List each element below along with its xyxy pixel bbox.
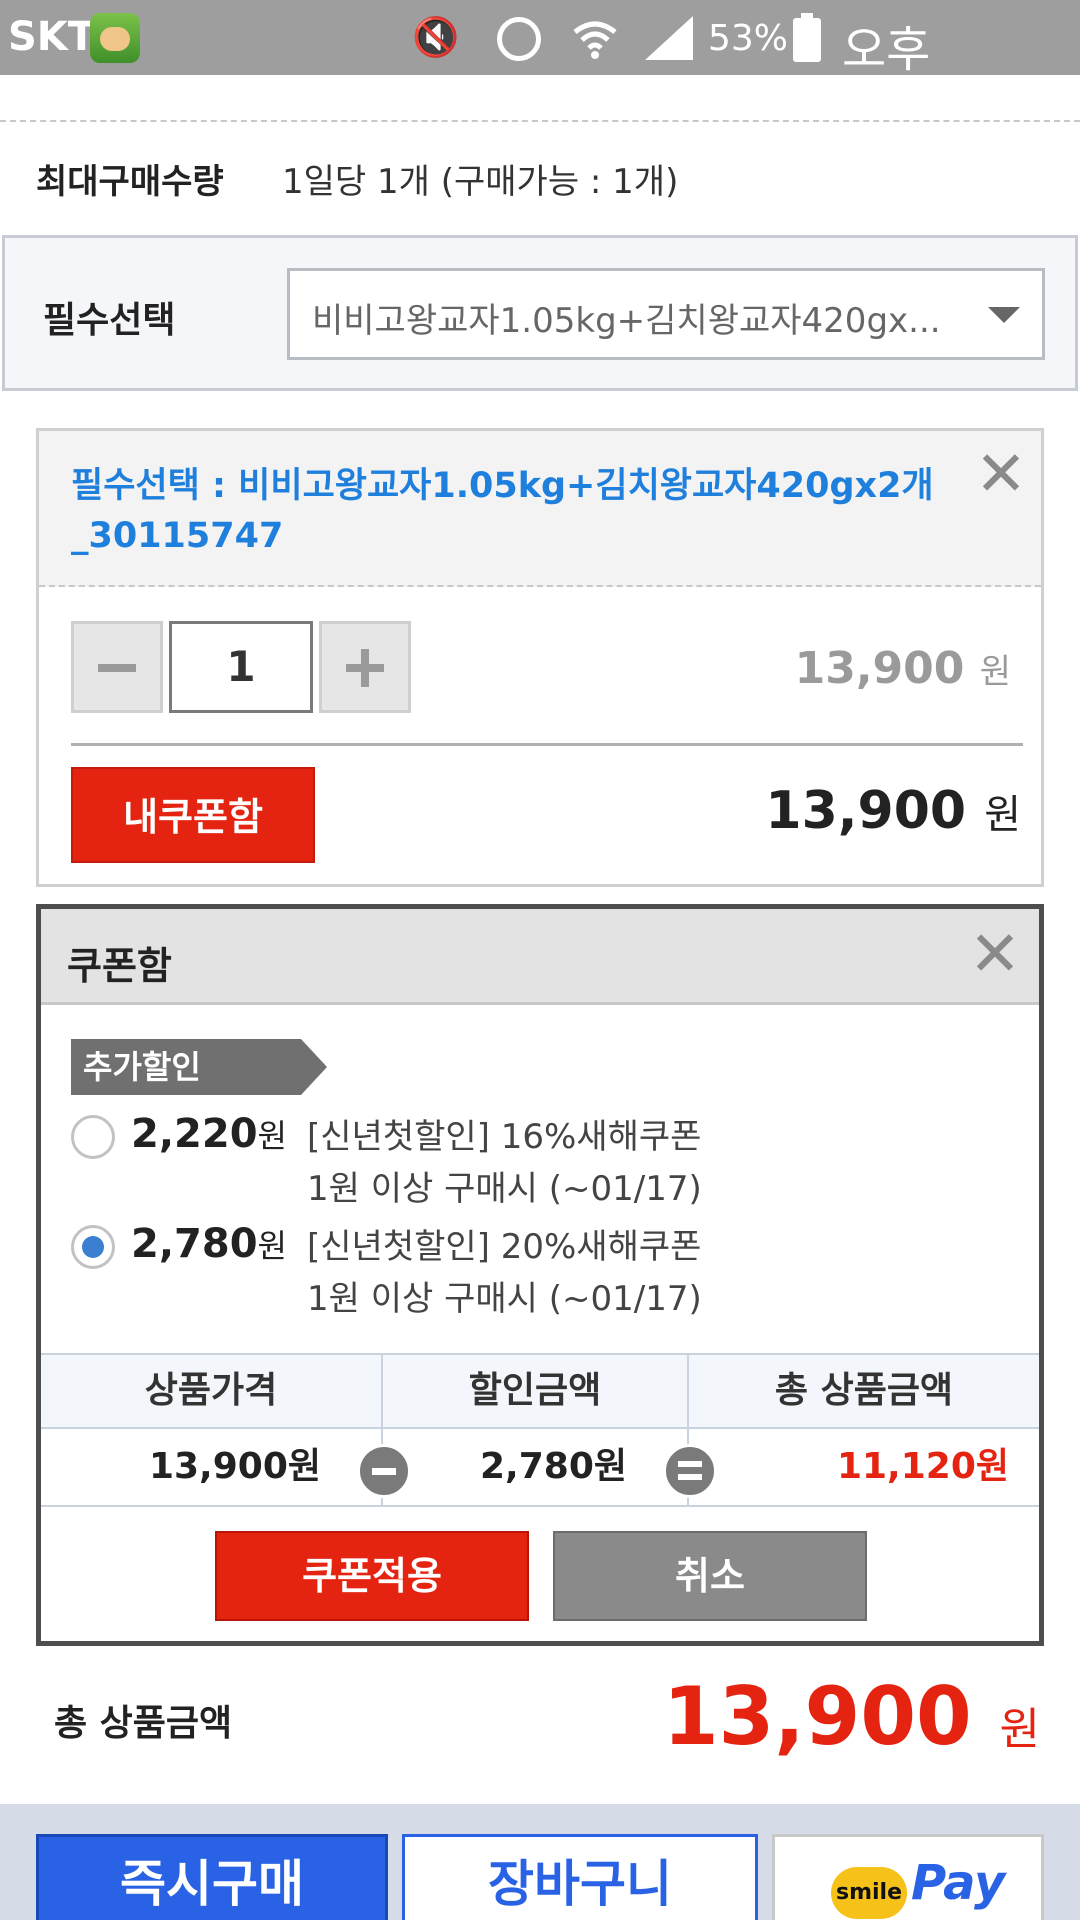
- remove-item-close-icon[interactable]: ✕: [971, 443, 1031, 507]
- option-section: 필수선택 비비고왕교자1.05kg+김치왕교자420gx...: [2, 235, 1078, 391]
- divider: [0, 120, 1080, 122]
- total-price-value: 11,120원: [687, 1429, 1039, 1507]
- unit-price-value: 13,900: [794, 643, 965, 694]
- coupon-panel: 쿠폰함 ✕ 추가할인 2,220원 [신년첫할인] 16%새해쿠폰 1원 이상 …: [36, 904, 1044, 1646]
- carrier-label: SKT: [8, 14, 96, 60]
- option-label: 필수선택: [43, 300, 176, 341]
- option-dropdown[interactable]: 비비고왕교자1.05kg+김치왕교자420gx...: [287, 268, 1045, 360]
- purchase-limit-value: 1일당 1개 (구매가능 : 1개): [282, 162, 679, 202]
- coupon-option[interactable]: 2,220원 [신년첫할인] 16%새해쿠폰 1원 이상 구매시 (~01/17…: [71, 1109, 1011, 1209]
- apply-coupon-button[interactable]: 쿠폰적용: [215, 1531, 529, 1621]
- add-to-cart-button[interactable]: 장바구니: [402, 1834, 758, 1920]
- signal-icon: [645, 16, 693, 60]
- clock: 오후 10:29: [842, 22, 981, 136]
- extra-discount-tag: 추가할인: [71, 1039, 327, 1095]
- equals-icon: [663, 1444, 717, 1498]
- option-selected-value: 비비고왕교자1.05kg+김치왕교자420gx...: [312, 301, 941, 341]
- currency-label: 원: [999, 1704, 1040, 1755]
- coupon-description: [신년첫할인] 20%새해쿠폰 1원 이상 구매시 (~01/17): [307, 1221, 702, 1325]
- currency-label: 원: [979, 652, 1011, 692]
- currency-label: 원: [984, 792, 1021, 838]
- product-price-value: 13,900원: [41, 1429, 381, 1507]
- smile-pay-logo-icon: smile: [831, 1867, 907, 1919]
- smile-pay-label: Pay: [911, 1855, 1006, 1911]
- minus-icon: [357, 1444, 411, 1498]
- quantity-decrease-button[interactable]: [71, 621, 163, 713]
- selected-item-card: 필수선택 : 비비고왕교자1.05kg+김치왕교자420gx2개_3011574…: [36, 428, 1044, 887]
- cancel-button[interactable]: 취소: [553, 1531, 867, 1621]
- header-discount-amount: 할인금액: [381, 1353, 687, 1429]
- buy-now-button[interactable]: 즉시구매: [36, 1834, 388, 1920]
- coupon-option[interactable]: 2,780원 [신년첫할인] 20%새해쿠폰 1원 이상 구매시 (~01/17…: [71, 1219, 1011, 1319]
- divider: [71, 743, 1023, 746]
- coupon-amount: 2,220원: [131, 1111, 287, 1157]
- app-notification-icon: [90, 13, 140, 63]
- item-total-value: 13,900: [765, 781, 967, 841]
- coupon-description: [신년첫할인] 16%새해쿠폰 1원 이상 구매시 (~01/17): [307, 1111, 702, 1215]
- unit-price: 13,900 원: [795, 643, 1011, 694]
- discount-amount-value: 2,780원: [381, 1429, 687, 1507]
- grand-total: 13,900 원: [663, 1670, 1040, 1763]
- battery-percent: 53%: [708, 18, 789, 59]
- smile-pay-button[interactable]: smile Pay: [772, 1834, 1044, 1920]
- coupon-radio-checked[interactable]: [71, 1225, 115, 1269]
- battery-icon: [793, 13, 821, 62]
- mute-icon: 🔇: [412, 15, 460, 59]
- coupon-name: [신년첫할인] 16%새해쿠폰: [307, 1117, 702, 1157]
- coupon-panel-title: 쿠폰함: [67, 944, 172, 988]
- grand-total-value: 13,900: [662, 1670, 972, 1763]
- coupon-name: [신년첫할인] 20%새해쿠폰: [307, 1227, 702, 1267]
- item-total: 13,900 원: [765, 781, 1021, 841]
- coupon-amount: 2,780원: [131, 1221, 287, 1267]
- coupon-condition: 1원 이상 구매시 (~01/17): [307, 1169, 702, 1209]
- coupon-panel-header: 쿠폰함 ✕: [41, 909, 1039, 1005]
- header-product-price: 상품가격: [41, 1353, 381, 1429]
- my-coupon-button[interactable]: 내쿠폰함: [71, 767, 315, 863]
- header-total-price: 총 상품금액: [687, 1353, 1039, 1429]
- quantity-input[interactable]: 1: [169, 621, 313, 713]
- bottom-action-bar: 즉시구매 장바구니 smile Pay: [0, 1804, 1080, 1920]
- chevron-down-icon: [988, 307, 1020, 323]
- selected-item-header: 필수선택 : 비비고왕교자1.05kg+김치왕교자420gx2개_3011574…: [39, 431, 1041, 587]
- alarm-icon: [497, 17, 541, 61]
- status-bar: SKT 🔇 53% 오후 10:29: [0, 0, 1080, 136]
- coupon-condition: 1원 이상 구매시 (~01/17): [307, 1279, 702, 1319]
- selected-item-title: 필수선택 : 비비고왕교자1.05kg+김치왕교자420gx2개_3011574…: [71, 466, 934, 556]
- wifi-icon: [570, 16, 620, 68]
- coupon-panel-close-icon[interactable]: ✕: [965, 923, 1025, 987]
- grand-total-label: 총 상품금액: [54, 1703, 233, 1744]
- quantity-increase-button[interactable]: [319, 621, 411, 713]
- coupon-radio-unchecked[interactable]: [71, 1115, 115, 1159]
- purchase-limit-label: 최대구매수량: [36, 162, 224, 202]
